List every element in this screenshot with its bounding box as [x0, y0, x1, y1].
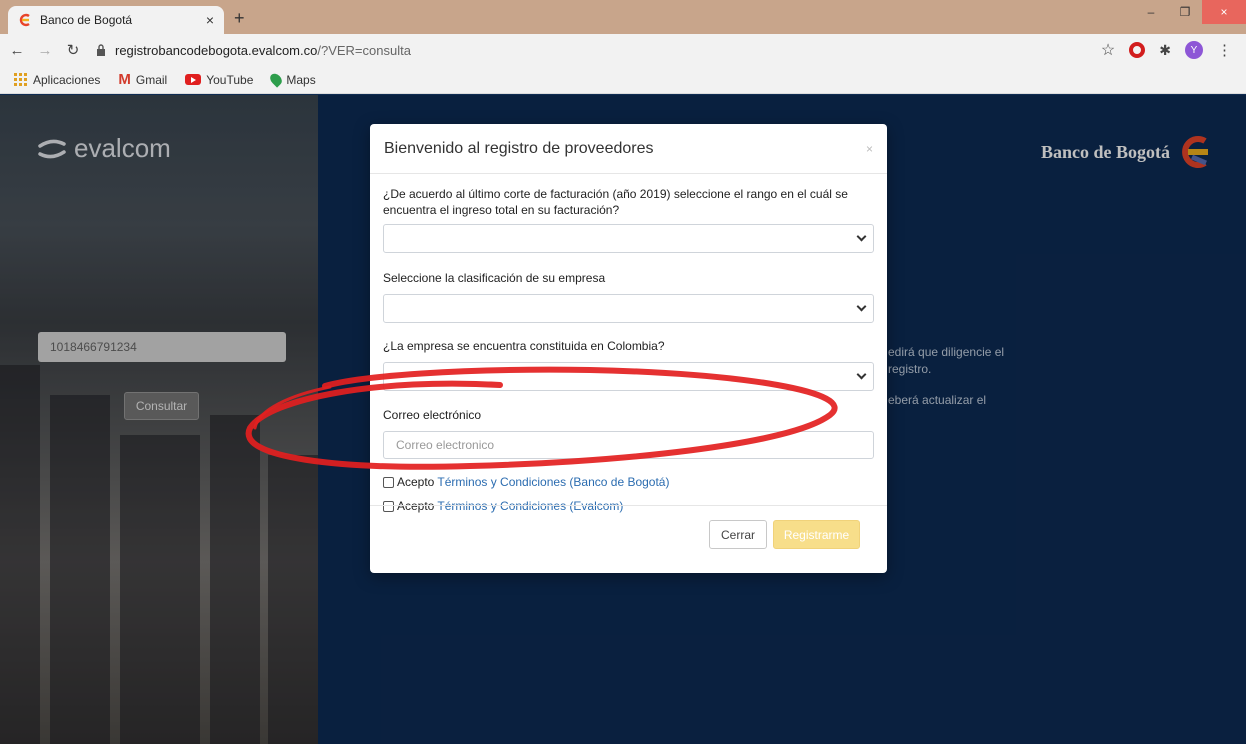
bank-favicon-icon [19, 13, 30, 27]
tab-title: Banco de Bogotá [40, 13, 133, 27]
terms-bank-checkbox[interactable] [383, 476, 394, 488]
close-button[interactable]: Cerrar [709, 520, 767, 549]
new-tab-button[interactable]: + [234, 8, 245, 29]
minimize-button[interactable]: – [1134, 0, 1168, 24]
modal-header: Bienvenido al registro de proveedores × [370, 124, 887, 174]
window-controls: – ❐ × [1134, 0, 1246, 24]
profile-avatar[interactable]: Y [1185, 41, 1203, 59]
reload-icon[interactable]: ↻ [62, 41, 84, 59]
chevron-down-icon [856, 301, 867, 312]
bookmark-youtube[interactable]: YouTube [185, 73, 253, 87]
apps-grid-icon [14, 72, 28, 87]
bookmark-star-icon[interactable]: ☆ [1101, 40, 1115, 60]
billing-range-label: ¿De acuerdo al último corte de facturaci… [383, 187, 848, 217]
opera-extension-icon[interactable] [1129, 42, 1146, 58]
maximize-button[interactable]: ❐ [1168, 0, 1202, 24]
registration-modal: Bienvenido al registro de proveedores × … [370, 124, 887, 573]
bookmark-gmail[interactable]: M Gmail [118, 71, 167, 88]
browser-tab-bar: Banco de Bogotá × + – ❐ × [0, 0, 1246, 34]
bookmark-label: YouTube [206, 72, 254, 87]
tab-close-icon[interactable]: × [206, 12, 214, 28]
window-close-button[interactable]: × [1202, 0, 1246, 24]
back-arrow-icon[interactable]: ← [6, 42, 28, 59]
email-input[interactable]: Correo electronico [383, 431, 874, 459]
url-domain: registrobancodebogota.evalcom.co [115, 42, 318, 58]
toolbar-right: ☆ ✱ Y ⋮ [1101, 40, 1232, 60]
url-field[interactable]: registrobancodebogota.evalcom.co/?VER=co… [96, 43, 411, 58]
register-button[interactable]: Registrarme [773, 520, 860, 549]
modal-close-icon[interactable]: × [866, 142, 873, 156]
company-classification-select[interactable] [383, 294, 874, 323]
email-label: Correo electrónico [383, 408, 482, 422]
modal-footer: Cerrar Registrarme [370, 505, 887, 573]
terms-bank-row: Acepto Términos y Condiciones (Banco de … [383, 473, 874, 491]
billing-range-select[interactable] [383, 224, 874, 253]
youtube-icon [185, 74, 202, 85]
menu-kebab-icon[interactable]: ⋮ [1217, 41, 1232, 59]
address-bar: ← → ↻ registrobancodebogota.evalcom.co/?… [0, 34, 1246, 66]
terms-prefix: Acepto [397, 475, 435, 489]
extensions-puzzle-icon[interactable]: ✱ [1159, 42, 1171, 59]
gmail-icon: M [118, 71, 131, 88]
bookmark-label: Maps [286, 72, 316, 87]
chevron-down-icon [856, 231, 867, 242]
bookmark-label: Aplicaciones [33, 72, 101, 87]
browser-tab[interactable]: Banco de Bogotá × [8, 6, 224, 34]
chevron-down-icon [856, 369, 867, 380]
company-classification-label: Seleccione la clasificación de su empres… [383, 271, 606, 285]
bookmarks-bar: Aplicaciones M Gmail YouTube Maps [0, 66, 1246, 94]
modal-body: ¿De acuerdo al último corte de facturaci… [370, 174, 887, 515]
maps-pin-icon [268, 71, 285, 88]
modal-title: Bienvenido al registro de proveedores [384, 139, 654, 157]
constituted-colombia-select[interactable] [383, 362, 874, 391]
forward-arrow-icon[interactable]: → [34, 42, 56, 59]
terms-bank-link[interactable]: Términos y Condiciones (Banco de Bogotá) [437, 475, 669, 489]
constituted-colombia-label: ¿La empresa se encuentra constituida en … [383, 339, 665, 353]
url-path: /?VER=consulta [317, 42, 411, 58]
bookmark-maps[interactable]: Maps [268, 71, 316, 88]
bookmark-label: Gmail [135, 72, 168, 87]
lock-icon [97, 44, 105, 56]
bookmark-apps[interactable]: Aplicaciones [14, 72, 101, 87]
